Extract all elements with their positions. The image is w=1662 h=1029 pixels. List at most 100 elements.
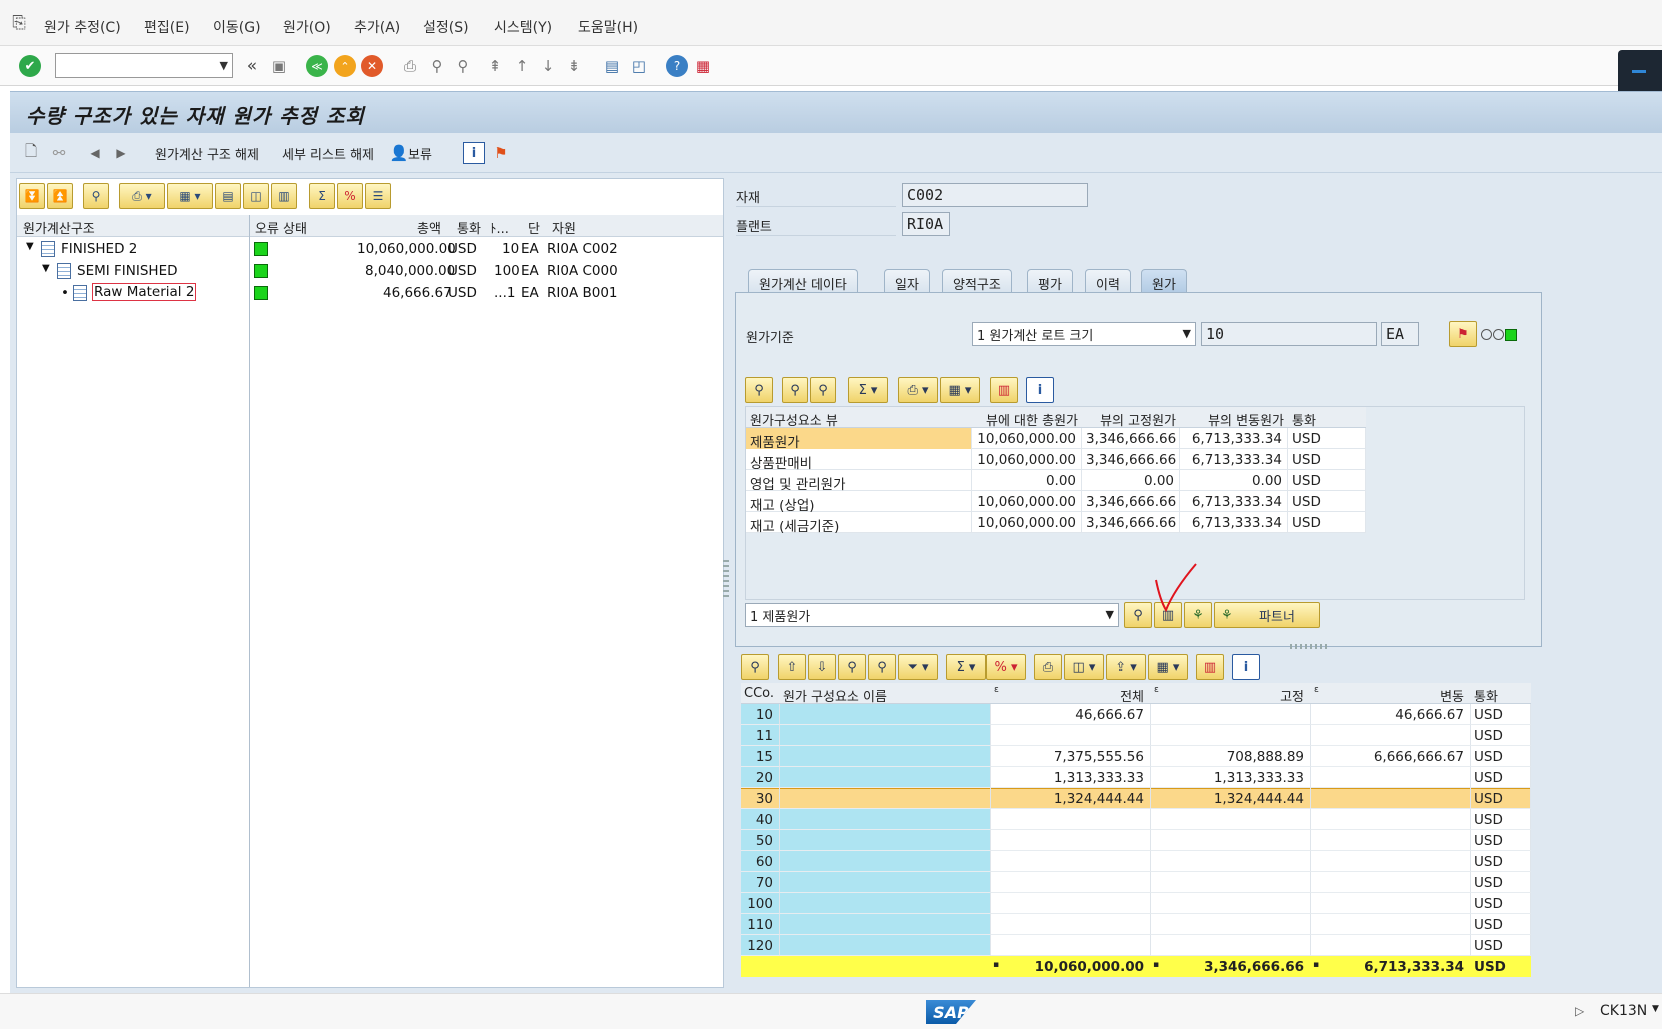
view-grid-cell[interactable]: 재고 (세금기준): [750, 515, 966, 535]
find-next-icon[interactable]: ⚲: [452, 55, 474, 77]
plant-field[interactable]: RI0A: [902, 212, 950, 236]
menu-goto[interactable]: 이동(G): [213, 17, 261, 37]
new-session-icon[interactable]: ▤: [601, 55, 623, 77]
view-col-header[interactable]: 통화: [1292, 410, 1362, 429]
chevron-down-icon[interactable]: ▼: [1652, 1004, 1659, 1014]
exit-menu-icon[interactable]: ⎘: [8, 12, 30, 34]
menu-extras[interactable]: 추가(A): [354, 17, 400, 37]
view-layout-menu-icon[interactable]: ▦ ▾: [940, 377, 980, 403]
view-sum-menu-icon[interactable]: Σ ▾: [848, 377, 888, 403]
tree-node-label[interactable]: FINISHED 2: [61, 241, 137, 257]
tab-costs[interactable]: 원가: [1141, 269, 1187, 293]
print-menu-icon[interactable]: ⎙ ▾: [119, 183, 165, 209]
comp-details-icon[interactable]: ⚲: [741, 654, 769, 680]
view-grid-cell[interactable]: 0.00: [1184, 473, 1282, 489]
view-grid-cell[interactable]: 3,346,666.66: [1086, 452, 1176, 468]
view-grid-cell[interactable]: 10,060,000.00: [976, 515, 1076, 531]
component-cell[interactable]: 10: [744, 707, 773, 723]
partner-button[interactable]: ⚘ 파트너: [1214, 602, 1320, 628]
component-cell[interactable]: USD: [1474, 791, 1524, 807]
exit-icon[interactable]: ⌃: [334, 55, 356, 77]
tab-valuation[interactable]: 평가: [1027, 269, 1073, 293]
component-cell[interactable]: 1,324,444.44: [994, 791, 1144, 807]
view-info-icon[interactable]: i: [1026, 377, 1054, 403]
menu-help[interactable]: 도움말(H): [578, 17, 638, 37]
view-find-icon[interactable]: ⚲: [782, 377, 808, 403]
find-icon[interactable]: ⚲: [426, 55, 448, 77]
view-grid-cell[interactable]: 3,346,666.66: [1086, 494, 1176, 510]
view-grid-cell[interactable]: 6,713,333.34: [1184, 515, 1282, 531]
cost-basis-select[interactable]: 1 원가계산 로트 크기 ▼: [972, 322, 1196, 346]
view-grid-cell[interactable]: USD: [1292, 515, 1360, 531]
comp-sort-asc-icon[interactable]: ⇧: [778, 654, 806, 680]
hold-person-icon[interactable]: 👤: [388, 142, 410, 164]
view-grid-cell[interactable]: 6,713,333.34: [1184, 452, 1282, 468]
component-cell[interactable]: 15: [744, 749, 773, 765]
view-grid-cell[interactable]: 0.00: [976, 473, 1076, 489]
document-icon[interactable]: 🗋: [20, 142, 42, 164]
save-icon[interactable]: ▣: [268, 55, 290, 77]
view-grid-cell[interactable]: 10,060,000.00: [976, 494, 1076, 510]
chevron-down-icon[interactable]: ▼: [1106, 608, 1114, 621]
back-icon[interactable]: ≪: [306, 55, 328, 77]
message-log-icon[interactable]: ⚑: [490, 142, 512, 164]
comp-export-menu-icon[interactable]: ⇪ ▾: [1106, 654, 1146, 680]
next-page-icon[interactable]: ↓: [537, 55, 559, 77]
columns-icon[interactable]: ▥: [271, 183, 297, 209]
view-grid-cell[interactable]: 0.00: [1086, 473, 1174, 489]
view-grid-cell[interactable]: 재고 (상업): [750, 494, 966, 514]
component-cell[interactable]: 110: [744, 917, 773, 933]
component-cell[interactable]: USD: [1474, 812, 1524, 828]
view-grid-cell[interactable]: USD: [1292, 473, 1360, 489]
component-cell[interactable]: USD: [1474, 854, 1524, 870]
component-cell[interactable]: 6,666,666.67: [1314, 749, 1464, 765]
lot-size-field[interactable]: 10: [1201, 322, 1377, 346]
first-page-icon[interactable]: ⇞: [484, 55, 506, 77]
transaction-code[interactable]: CK13N: [1600, 1003, 1647, 1019]
tree-node-label[interactable]: SEMI FINISHED: [77, 263, 178, 279]
horizontal-splitter[interactable]: [1290, 644, 1330, 649]
view-grid-cell[interactable]: 영업 및 관리원가: [750, 473, 966, 493]
component-cell[interactable]: 20: [744, 770, 773, 786]
component-col-header[interactable]: 통화: [1474, 686, 1524, 705]
expand-all-icon[interactable]: ⏬: [19, 183, 45, 209]
vertical-splitter[interactable]: [723, 560, 729, 600]
view-grid-cell[interactable]: 10,060,000.00: [976, 452, 1076, 468]
col-error-status[interactable]: 오류 상태: [255, 218, 307, 237]
component-cell[interactable]: USD: [1474, 728, 1524, 744]
menu-system[interactable]: 시스템(Y): [494, 17, 552, 37]
component-cell[interactable]: USD: [1474, 875, 1524, 891]
tab-history[interactable]: 이력: [1085, 269, 1131, 293]
component-cell[interactable]: USD: [1474, 707, 1524, 723]
component-cell[interactable]: 100: [744, 896, 773, 912]
help-icon[interactable]: ?: [666, 55, 688, 77]
col-total[interactable]: 총액: [417, 218, 441, 237]
unit-field[interactable]: EA: [1381, 322, 1419, 346]
view-print-menu-icon[interactable]: ⎙ ▾: [898, 377, 938, 403]
view-grid-cell[interactable]: 상품판매비: [750, 452, 966, 472]
last-page-icon[interactable]: ⇟: [563, 55, 585, 77]
view-grid-cell[interactable]: USD: [1292, 431, 1360, 447]
view-grid-cell[interactable]: 6,713,333.34: [1184, 494, 1282, 510]
view-grid-cell[interactable]: USD: [1292, 494, 1360, 510]
view-col-header[interactable]: 뷰의 고정원가: [1086, 410, 1176, 429]
component-cell[interactable]: 11: [744, 728, 773, 744]
component-cell[interactable]: 46,666.67: [1314, 707, 1464, 723]
list-icon[interactable]: ☰: [365, 183, 391, 209]
component-cell[interactable]: USD: [1474, 896, 1524, 912]
component-col-header[interactable]: 변동: [1314, 686, 1464, 705]
print-icon[interactable]: ⎙: [399, 55, 421, 77]
component-cell[interactable]: 60: [744, 854, 773, 870]
export-icon[interactable]: ◫: [243, 183, 269, 209]
component-col-header[interactable]: 원가 구성요소 이름: [783, 686, 984, 705]
component-cell[interactable]: 40: [744, 812, 773, 828]
component-cell[interactable]: 120: [744, 938, 773, 954]
column-set-icon[interactable]: ▤: [215, 183, 241, 209]
view-grid-cell[interactable]: 제품원가: [750, 431, 966, 451]
collapse-double-chevron-icon[interactable]: «: [241, 55, 263, 77]
view-col-header[interactable]: 뷰의 변동원가: [1184, 410, 1284, 429]
component-cell[interactable]: 7,375,555.56: [994, 749, 1144, 765]
col-unit[interactable]: 단: [528, 218, 540, 237]
glasses-display-icon[interactable]: ⚯: [48, 142, 70, 164]
view-grid-cell[interactable]: 10,060,000.00: [976, 431, 1076, 447]
